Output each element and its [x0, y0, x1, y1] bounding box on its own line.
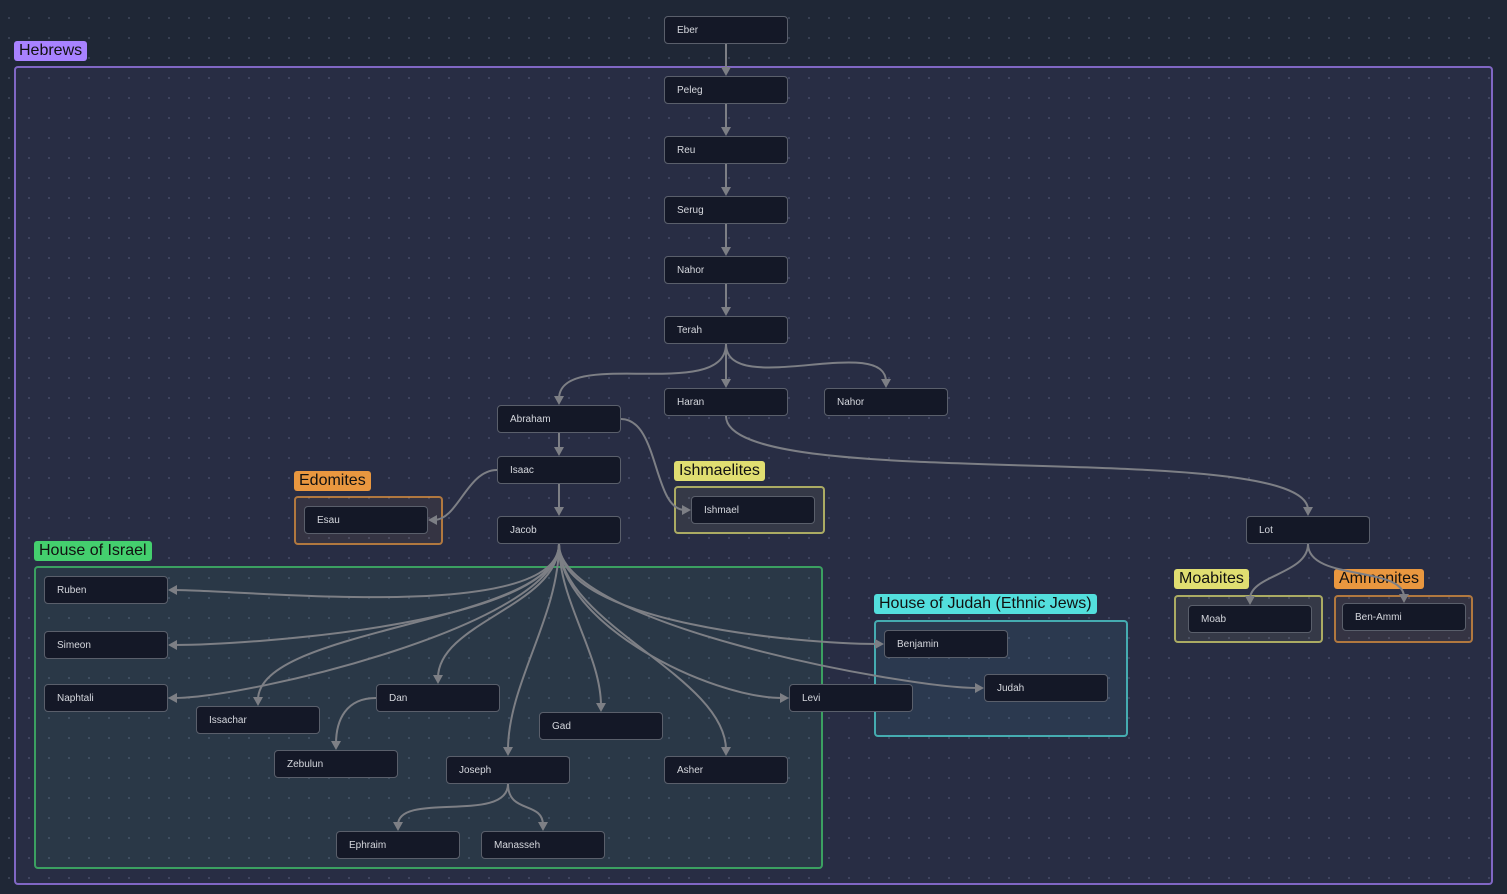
node-ephraim[interactable]: Ephraim [336, 831, 460, 859]
edge-terah-nahor2[interactable] [725, 343, 887, 383]
arrowhead-icon [1399, 594, 1409, 603]
arrowhead-icon [721, 187, 731, 196]
node-eber[interactable]: Eber [664, 16, 788, 44]
arrowhead-icon [780, 693, 789, 703]
arrowhead-icon [721, 307, 731, 316]
edge-dan-zebulun[interactable] [335, 697, 377, 745]
arrowhead-icon [975, 683, 984, 693]
arrowhead-icon [554, 507, 564, 516]
edge-jacob-levi[interactable] [558, 543, 784, 699]
edge-lot-benammi[interactable] [1307, 543, 1405, 598]
node-lot[interactable]: Lot [1246, 516, 1370, 544]
node-zebulun[interactable]: Zebulun [274, 750, 398, 778]
node-benammi[interactable]: Ben-Ammi [1342, 603, 1466, 631]
node-levi[interactable]: Levi [789, 684, 913, 712]
arrowhead-icon [721, 67, 731, 76]
node-gad[interactable]: Gad [539, 712, 663, 740]
arrowhead-icon [721, 247, 731, 256]
arrowhead-icon [433, 675, 443, 684]
node-nahor[interactable]: Nahor [664, 256, 788, 284]
arrowhead-icon [538, 822, 548, 831]
node-moab[interactable]: Moab [1188, 605, 1312, 633]
edge-jacob-ruben[interactable] [173, 543, 560, 599]
node-judah[interactable]: Judah [984, 674, 1108, 702]
arrowhead-icon [881, 379, 891, 388]
node-joseph[interactable]: Joseph [446, 756, 570, 784]
arrowhead-icon [721, 747, 731, 756]
arrowhead-icon [554, 396, 564, 405]
node-naphtali[interactable]: Naphtali [44, 684, 168, 712]
arrowhead-icon [875, 639, 884, 649]
arrowhead-icon [428, 515, 437, 525]
arrowhead-icon [596, 703, 606, 712]
edge-isaac-esau[interactable] [433, 469, 498, 521]
node-reu[interactable]: Reu [664, 136, 788, 164]
edge-jacob-judah[interactable] [558, 543, 979, 689]
arrowhead-icon [721, 127, 731, 136]
node-nahor2[interactable]: Nahor [824, 388, 948, 416]
arrowhead-icon [1245, 596, 1255, 605]
arrowhead-icon [253, 697, 263, 706]
node-jacob[interactable]: Jacob [497, 516, 621, 544]
arrowhead-icon [393, 822, 403, 831]
edge-jacob-naphtali[interactable] [173, 543, 560, 699]
node-benjamin[interactable]: Benjamin [884, 630, 1008, 658]
node-issachar[interactable]: Issachar [196, 706, 320, 734]
node-asher[interactable]: Asher [664, 756, 788, 784]
node-simeon[interactable]: Simeon [44, 631, 168, 659]
node-haran[interactable]: Haran [664, 388, 788, 416]
node-esau[interactable]: Esau [304, 506, 428, 534]
edge-lot-moab[interactable] [1249, 543, 1309, 600]
node-peleg[interactable]: Peleg [664, 76, 788, 104]
node-dan[interactable]: Dan [376, 684, 500, 712]
arrowhead-icon [682, 505, 691, 515]
arrowhead-icon [503, 747, 513, 756]
node-abraham[interactable]: Abraham [497, 405, 621, 433]
node-ruben[interactable]: Ruben [44, 576, 168, 604]
arrowhead-icon [1303, 507, 1313, 516]
node-isaac[interactable]: Isaac [497, 456, 621, 484]
arrowhead-icon [721, 379, 731, 388]
arrowhead-icon [554, 447, 564, 456]
edge-jacob-simeon[interactable] [173, 543, 560, 646]
edge-jacob-benjamin[interactable] [558, 543, 879, 645]
node-serug[interactable]: Serug [664, 196, 788, 224]
edge-abraham-ishmael[interactable] [620, 418, 686, 511]
node-manasseh[interactable]: Manasseh [481, 831, 605, 859]
arrowhead-icon [168, 585, 177, 595]
edge-joseph-manasseh[interactable] [507, 783, 544, 826]
node-ishmael[interactable]: Ishmael [691, 496, 815, 524]
edge-joseph-ephraim[interactable] [397, 783, 509, 826]
node-terah[interactable]: Terah [664, 316, 788, 344]
arrowhead-icon [168, 693, 177, 703]
arrowhead-icon [331, 741, 341, 750]
arrowhead-icon [168, 640, 177, 650]
